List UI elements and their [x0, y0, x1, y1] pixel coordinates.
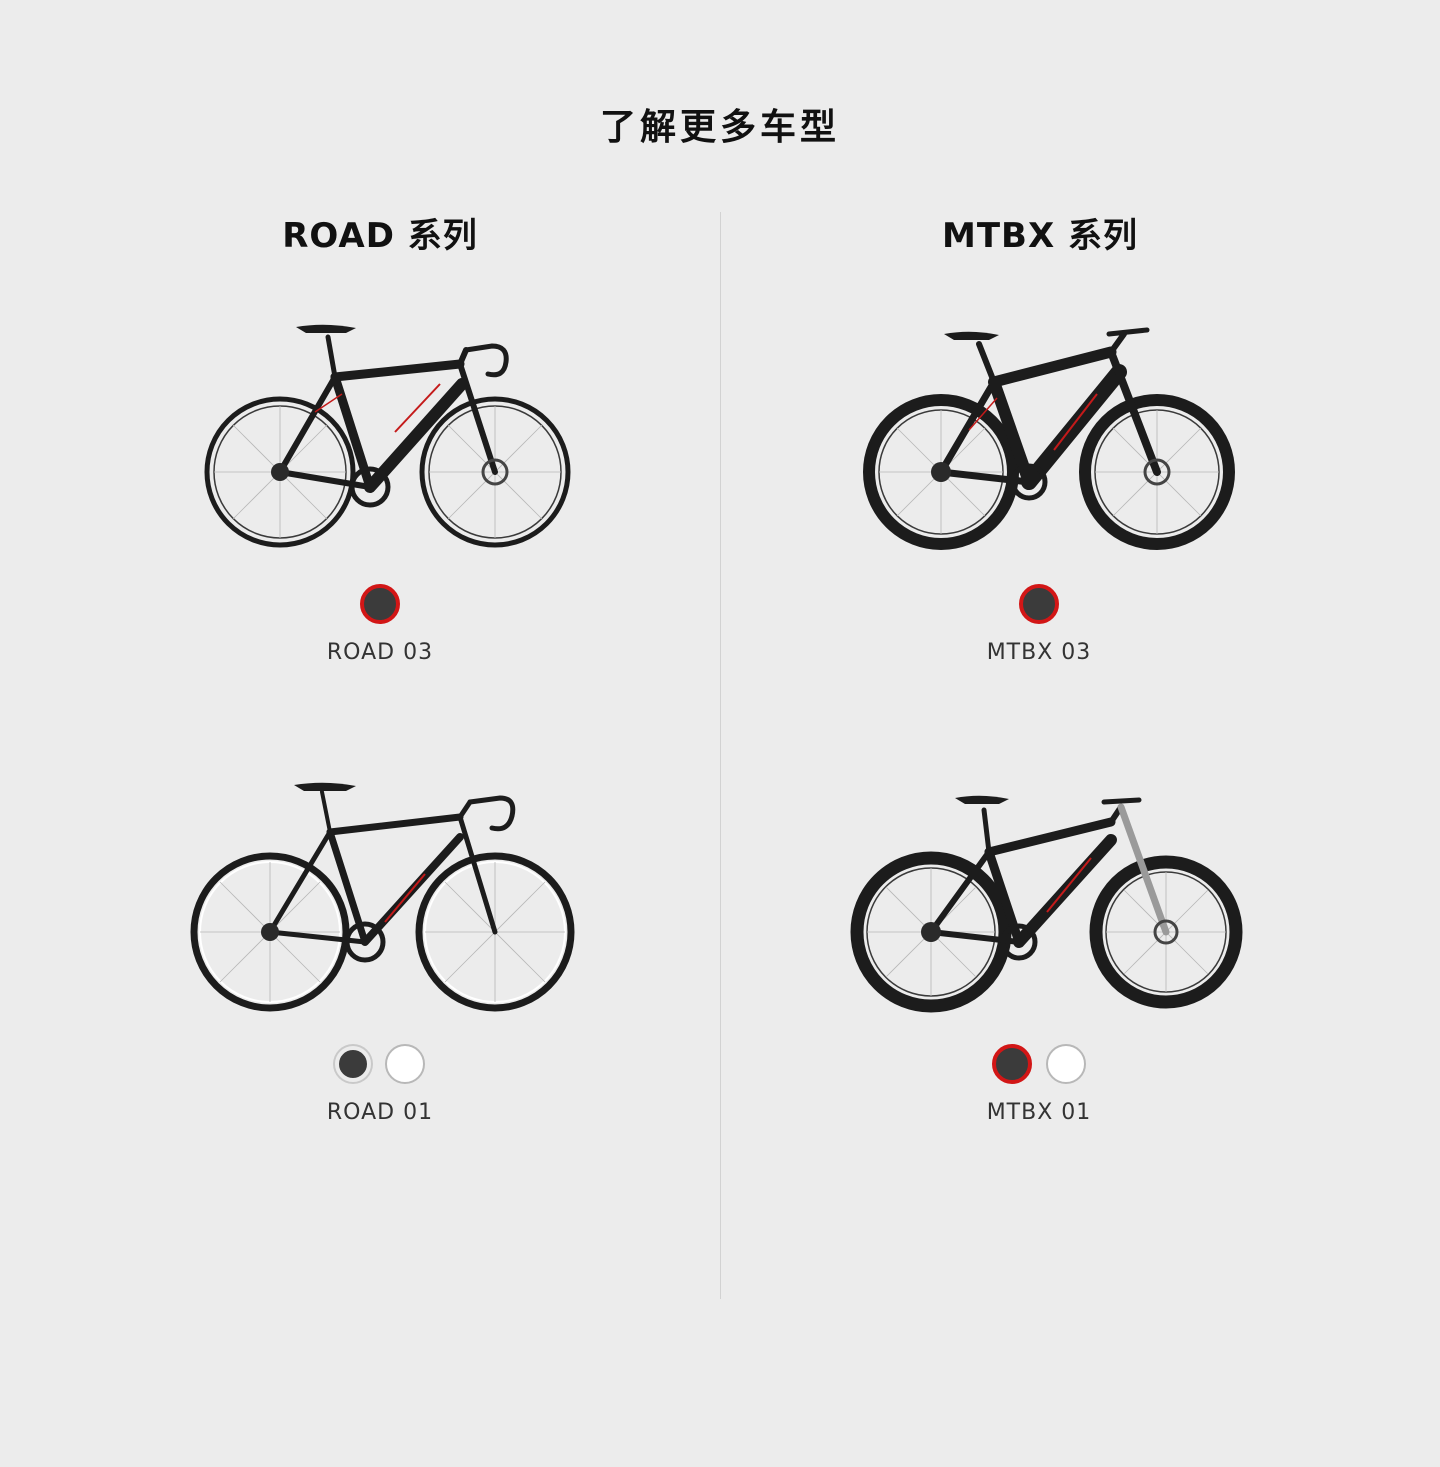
color-swatches [170, 584, 590, 628]
model-name[interactable]: ROAD 03 [170, 640, 590, 665]
model-name[interactable]: MTBX 03 [829, 640, 1249, 665]
mtbx-series-title: MTBX 系列 [942, 216, 1138, 256]
bike-image-mtbx-01[interactable] [829, 762, 1249, 1022]
bike-image-road-01[interactable] [170, 762, 590, 1022]
model-card-mtbx-01: MTBX 01 [829, 762, 1249, 1125]
page-title: 了解更多车型 [599, 107, 840, 148]
model-card-road-03: ROAD 03 [170, 302, 590, 665]
column-divider [720, 212, 721, 1299]
model-name[interactable]: ROAD 01 [170, 1100, 590, 1125]
color-swatch-dark[interactable] [992, 1044, 1032, 1084]
color-swatch-light[interactable] [385, 1044, 425, 1084]
model-card-mtbx-03: MTBX 03 [829, 302, 1249, 665]
model-card-road-01: ROAD 01 [170, 762, 590, 1125]
bike-image-mtbx-03[interactable] [829, 302, 1249, 562]
color-swatches [829, 584, 1249, 628]
color-swatch-dark[interactable] [1019, 584, 1059, 624]
color-swatches [170, 1044, 590, 1088]
model-name[interactable]: MTBX 01 [829, 1100, 1249, 1125]
bike-image-road-03[interactable] [170, 302, 590, 562]
color-swatch-dark[interactable] [335, 1046, 371, 1082]
road-series-title: ROAD 系列 [282, 216, 478, 256]
color-swatch-dark[interactable] [360, 584, 400, 624]
color-swatches [829, 1044, 1249, 1088]
color-swatch-light[interactable] [1046, 1044, 1086, 1084]
